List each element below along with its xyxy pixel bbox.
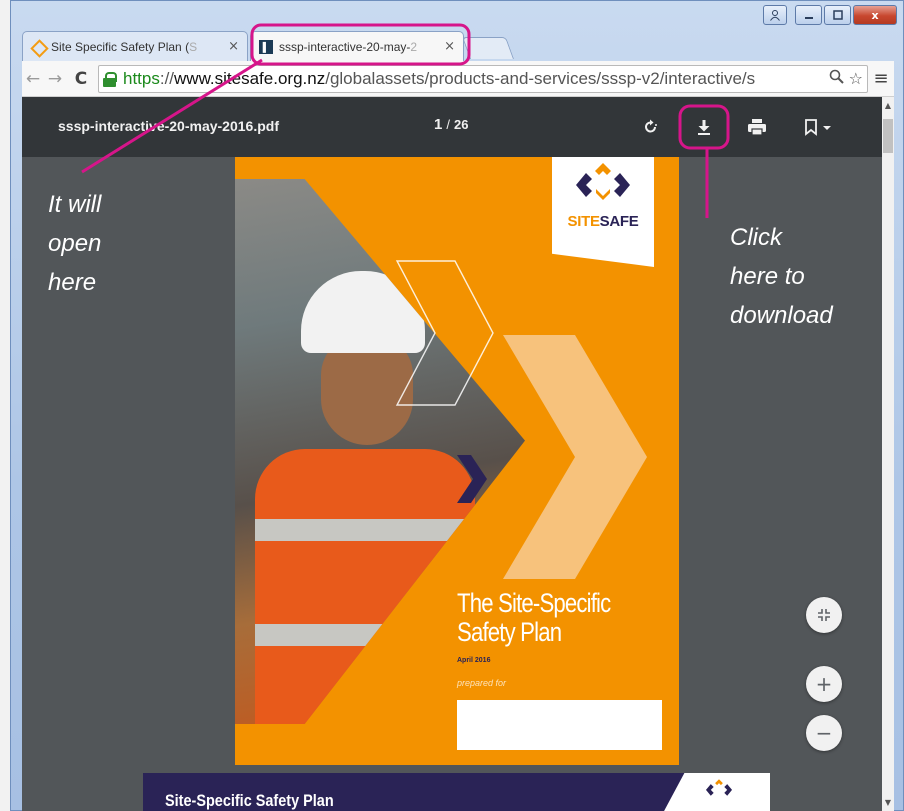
pdf-filename: sssp-interactive-20-may-2016.pdf bbox=[58, 118, 279, 134]
omnibox-icons: ☆ bbox=[823, 69, 863, 88]
page2-title: Site-Specific Safety Plan bbox=[165, 791, 334, 810]
total-pages: 26 bbox=[453, 117, 469, 132]
prepared-for-label: prepared for bbox=[457, 678, 507, 688]
scroll-down-icon[interactable]: ▼ bbox=[883, 798, 893, 807]
annotation-click-download: Click here to download bbox=[730, 224, 833, 329]
cover-date: April 2016 bbox=[457, 657, 491, 664]
browser-toolbar: ← → C https://www.sitesafe.org.nz/global… bbox=[22, 61, 894, 97]
photo-stripe bbox=[255, 624, 475, 646]
sitesafe-logo: SITESAFE bbox=[552, 157, 654, 267]
sitesafe-favicon-icon bbox=[31, 40, 45, 54]
tab-strip: Site Specific Safety Plan (S × ▌ sssp-in… bbox=[22, 31, 622, 61]
minimize-icon[interactable] bbox=[795, 5, 822, 25]
pdf-favicon-icon: ▌ bbox=[259, 39, 273, 54]
prepared-for-field[interactable] bbox=[457, 700, 662, 750]
pdf-page-cover: SITESAFE The Site-Specific Safety Plan A… bbox=[235, 157, 679, 765]
print-icon[interactable] bbox=[745, 115, 769, 139]
url-separator: :// bbox=[159, 68, 175, 88]
zoom-in-button[interactable]: + bbox=[806, 666, 842, 702]
maximize-icon[interactable] bbox=[824, 5, 851, 25]
bookmark-icon[interactable] bbox=[798, 115, 838, 139]
sitesafe-wordmark: SITESAFE bbox=[567, 213, 639, 230]
forward-button[interactable]: → bbox=[44, 69, 66, 89]
photo-stripe bbox=[255, 519, 475, 541]
zoom-icon[interactable] bbox=[829, 69, 849, 88]
pdf-page-2: Site-Specific Safety Plan bbox=[143, 773, 770, 811]
zoom-out-button[interactable]: − bbox=[806, 715, 842, 751]
tab-title: Site Specific Safety Plan (S bbox=[51, 39, 198, 54]
tab-close-icon[interactable]: × bbox=[444, 39, 455, 54]
fit-to-page-button[interactable] bbox=[806, 597, 842, 633]
browser-menu-icon[interactable]: ≡ bbox=[868, 68, 894, 89]
sitesafe-logo-mark-icon bbox=[576, 163, 630, 200]
chevron-outline-icon bbox=[395, 260, 494, 406]
desktop-edge bbox=[0, 0, 10, 811]
reload-button[interactable]: C bbox=[70, 69, 92, 89]
tab-site-specific-safety-plan[interactable]: Site Specific Safety Plan (S × bbox=[22, 31, 248, 61]
star-icon[interactable]: ☆ bbox=[849, 69, 863, 88]
url-scheme: https bbox=[123, 68, 160, 88]
user-icon[interactable] bbox=[763, 5, 787, 25]
photo-vest bbox=[255, 449, 475, 724]
lock-icon bbox=[103, 71, 117, 87]
close-window-button[interactable]: x bbox=[853, 5, 897, 25]
pdf-toolbar: sssp-interactive-20-may-2016.pdf 1 /26 bbox=[22, 97, 888, 157]
scroll-thumb[interactable] bbox=[883, 119, 893, 153]
tab-title: sssp-interactive-20-may-2 bbox=[279, 39, 418, 54]
url-path: /globalassets/products-and-services/sssp… bbox=[325, 68, 747, 88]
page-separator: / bbox=[446, 117, 450, 132]
tab-close-icon[interactable]: × bbox=[228, 39, 239, 54]
new-tab-button[interactable] bbox=[461, 37, 515, 59]
chevron-large-icon bbox=[503, 335, 647, 579]
sitesafe-logo-mark-icon bbox=[705, 779, 733, 796]
page-indicator: 1 /26 bbox=[434, 116, 468, 133]
window-caption-buttons: x bbox=[763, 5, 897, 25]
scroll-up-icon[interactable]: ▲ bbox=[883, 101, 893, 110]
back-button[interactable]: ← bbox=[22, 69, 44, 89]
page2-logo-area bbox=[663, 773, 770, 811]
url-domain: www.sitesafe.org.nz bbox=[174, 68, 326, 88]
cover-title: The Site-Specific Safety Plan bbox=[457, 588, 611, 647]
chevron-navy-icon bbox=[457, 455, 487, 503]
current-page-input[interactable]: 1 bbox=[434, 116, 442, 133]
tab-sssp-pdf[interactable]: ▌ sssp-interactive-20-may-2 × bbox=[250, 31, 464, 61]
url-tail: s bbox=[746, 68, 756, 88]
rotate-icon[interactable] bbox=[639, 115, 663, 139]
pdf-viewer: sssp-interactive-20-may-2016.pdf 1 /26 SI… bbox=[22, 97, 894, 811]
annotation-open-here: It will open here bbox=[48, 191, 102, 296]
viewer-scrollbar[interactable]: ▲ ▼ bbox=[882, 97, 894, 811]
address-bar[interactable]: https://www.sitesafe.org.nz/globalassets… bbox=[98, 64, 868, 93]
download-icon[interactable] bbox=[692, 115, 716, 139]
